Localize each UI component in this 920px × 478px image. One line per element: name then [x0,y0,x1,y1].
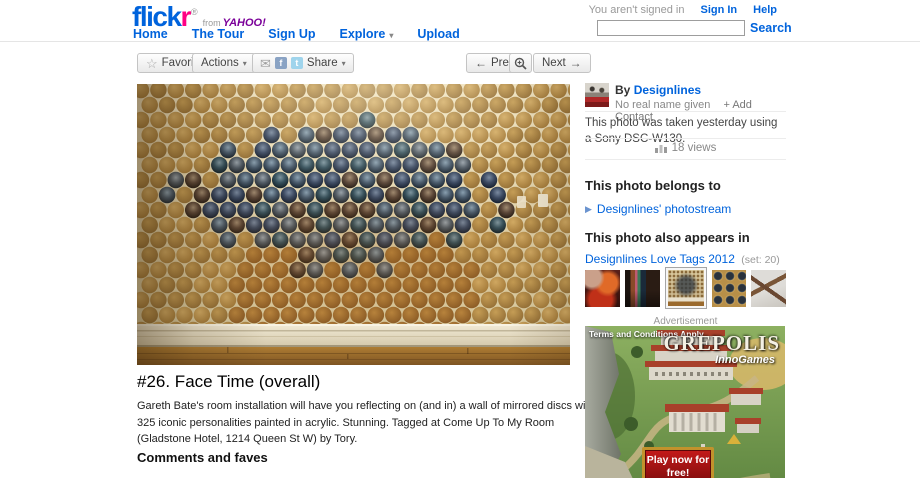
real-name-label: No real name given [615,99,710,111]
belongs-heading: This photo belongs to [585,178,721,193]
divider [585,111,786,112]
actions-button[interactable]: Actions ▾ [192,53,256,73]
appears-heading: This photo also appears in [585,230,750,245]
zoom-button[interactable] [509,53,532,73]
nav-sign-up[interactable]: Sign Up [268,27,315,41]
divider [585,138,786,139]
owner-name-link[interactable]: Designlines [634,83,701,97]
search-button[interactable]: Search [750,21,792,35]
ad-cta-line1: Play now for [645,454,711,467]
photo-image[interactable] [137,84,570,365]
sidebar: By Designlines No real name given + Add … [585,83,786,478]
chevron-down-icon: ▾ [342,59,346,68]
signed-in-status: You aren't signed in [589,4,685,16]
ad-play-button[interactable]: Play now for free! [642,447,714,478]
views-count: 18 views [672,142,717,154]
photo-artwork [137,84,570,365]
share-label: Share [307,57,338,69]
set-thumbnail-current-frame[interactable] [665,267,707,309]
advertisement[interactable]: Terms and Conditions Apply GREPOLIS Inno… [585,326,785,478]
nav-explore[interactable]: Explore▾ [340,27,394,41]
comments-heading: Comments and faves [137,450,268,465]
sign-in-link[interactable]: Sign In [700,4,737,16]
signin-row: You aren't signed in Sign In Help [589,4,777,16]
right-arrow-icon: → [570,56,582,70]
actions-label: Actions [201,57,239,69]
nav-the-tour[interactable]: The Tour [192,27,245,41]
set-thumbnail-2[interactable] [625,270,660,307]
bar-chart-icon [655,143,667,153]
site-header: flickr® from YAHOO! Home The Tour Sign U… [0,0,920,42]
avatar[interactable] [585,83,609,107]
magnifier-plus-icon [514,57,527,70]
photo-description: Gareth Bate's room installation will hav… [137,398,595,448]
search-input[interactable] [597,20,745,36]
chevron-down-icon: ▾ [389,31,393,40]
twitter-icon[interactable]: t [291,57,303,69]
nav-upload[interactable]: Upload [417,27,459,41]
set-link[interactable]: Designlines Love Tags 2012 [585,252,735,266]
facebook-icon[interactable]: f [275,57,287,69]
divider [585,159,786,160]
share-button[interactable]: ✉ f t Share ▾ [252,53,354,73]
set-row: Designlines Love Tags 2012 (set: 20) [585,252,780,266]
photostream-row: ▶ Designlines' photostream [585,202,731,216]
ad-brand: InnoGames [715,354,775,366]
chevron-down-icon: ▾ [243,59,247,68]
triangle-right-icon: ▶ [585,204,592,215]
set-thumbnails [585,265,786,311]
set-thumbnail-3-current[interactable] [668,270,704,306]
registered-mark: ® [191,7,198,17]
by-label: By [615,83,630,97]
set-thumbnail-5[interactable] [751,270,786,307]
flickr-photo-page: flickr® from YAHOO! Home The Tour Sign U… [0,0,920,478]
photo-title: #26. Face Time (overall) [137,372,320,392]
set-thumbnail-1[interactable] [585,270,620,307]
help-link[interactable]: Help [753,4,777,16]
star-icon: ☆ [146,57,158,70]
set-thumbnail-4[interactable] [712,270,747,307]
next-label: Next [542,57,566,69]
next-button[interactable]: Next → [533,53,591,73]
photostream-link[interactable]: Designlines' photostream [597,202,731,216]
ad-game-title: GREPOLIS [663,331,780,356]
main-nav: Home The Tour Sign Up Explore▾ Upload [133,27,460,41]
owner-byline: By Designlines [615,83,786,97]
email-icon: ✉ [260,57,271,70]
nav-home[interactable]: Home [133,27,168,41]
left-arrow-icon: ← [475,56,487,70]
views-row: 18 views [585,142,786,154]
ad-cta-line2: free! [645,467,711,478]
